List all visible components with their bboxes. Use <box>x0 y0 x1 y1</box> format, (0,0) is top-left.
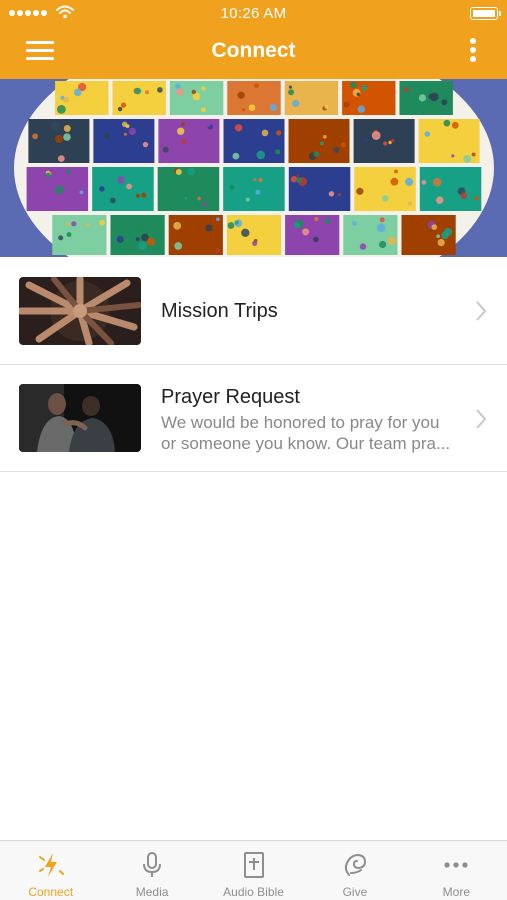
tab-connect[interactable]: Connect <box>0 841 101 900</box>
banner-image <box>0 79 507 257</box>
lightning-icon <box>38 853 64 877</box>
tab-label: Audio Bible <box>223 885 284 899</box>
tab-audio-bible[interactable]: Audio Bible <box>203 841 304 900</box>
list-item-title: Prayer Request <box>161 386 300 408</box>
battery-icon <box>470 7 501 20</box>
tab-media[interactable]: Media <box>101 841 202 900</box>
ellipsis-icon <box>444 862 468 868</box>
tab-more[interactable]: More <box>406 841 507 900</box>
overflow-menu-icon[interactable] <box>469 38 477 68</box>
list-item-prayer-request[interactable]: Prayer Request We would be honored to pr… <box>0 365 507 472</box>
list-item-title: Mission Trips <box>161 300 278 322</box>
page-title: Connect <box>211 39 296 62</box>
mission-trips-thumbnail <box>19 277 141 345</box>
list-item-description: We would be honored to pray for you or s… <box>161 412 466 454</box>
description-line: or someone you know. Our team pra... <box>161 434 451 453</box>
microphone-icon <box>143 852 162 877</box>
tab-bar: Connect Media Audio Bible Give More <box>0 840 507 900</box>
list-item-mission-trips[interactable]: Mission Trips <box>0 258 507 365</box>
tab-label: Connect <box>28 885 74 899</box>
bible-icon <box>243 852 264 878</box>
status-bar: 10:26 AM <box>0 0 507 27</box>
give-icon <box>344 853 366 876</box>
tab-give[interactable]: Give <box>304 841 405 900</box>
prayer-request-thumbnail <box>19 384 141 452</box>
tab-label: More <box>442 885 470 899</box>
chevron-right-icon <box>476 409 487 429</box>
nav-bar: Connect <box>0 27 507 79</box>
chevron-right-icon <box>476 301 487 321</box>
status-time: 10:26 AM <box>220 5 287 22</box>
description-line: We would be honored to pray for you <box>161 413 440 432</box>
tab-label: Give <box>342 885 368 899</box>
tab-label: Media <box>135 885 169 899</box>
